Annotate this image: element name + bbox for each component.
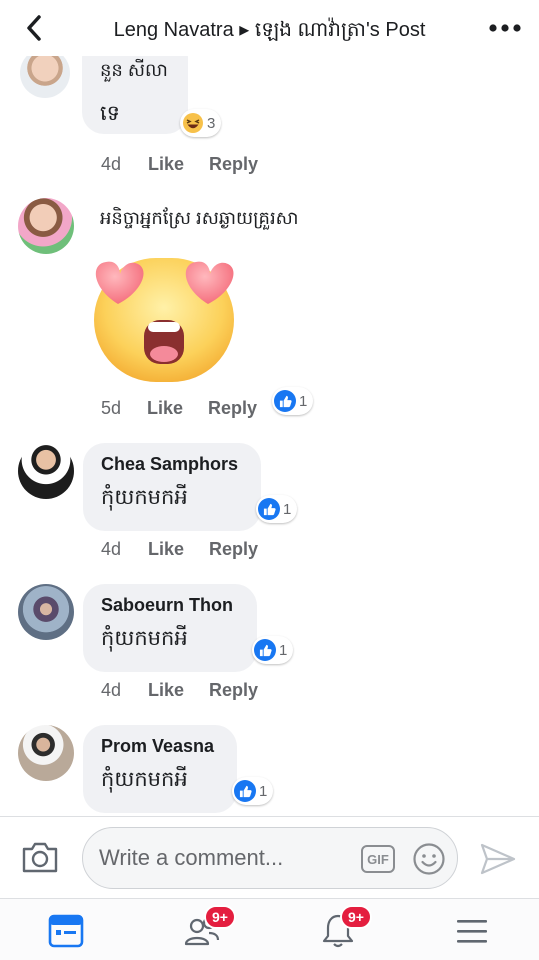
comment-input[interactable] — [82, 827, 458, 889]
thumbs-up-icon — [234, 780, 256, 802]
comment-text: កុំយកមកអី — [101, 486, 188, 509]
tab-friends[interactable]: 9+ — [182, 905, 236, 951]
top-bar: Leng Navatra ▸ ឡេង ណាវ៉ាត្រា's Post — [0, 0, 539, 56]
reaction-count-text: 1 — [283, 500, 292, 518]
camera-icon — [22, 842, 58, 873]
like-button[interactable]: Like — [148, 680, 184, 701]
heart-eyes-emoji-icon — [94, 258, 234, 382]
gif-button[interactable]: GIF — [361, 845, 395, 873]
avatar[interactable] — [18, 584, 74, 640]
comment-composer: GIF — [0, 816, 539, 898]
heart-eyes-sticker — [86, 246, 242, 386]
reply-button[interactable]: Reply — [209, 154, 258, 175]
reaction-count-text: 1 — [299, 392, 308, 410]
comment-author[interactable]: Saboeurn Thon — [101, 595, 233, 616]
comments-list: នួន សីលា ទេ 3 4d Like Reply អនិច្ចាអ្នកស… — [0, 56, 539, 816]
comment-author[interactable]: អនិច្ចាអ្នកស្រែ រសឆ្ងាយគ្រួរសា — [100, 206, 299, 233]
thumbs-up-icon — [258, 498, 280, 520]
reaction-count[interactable]: 1 — [272, 387, 314, 415]
like-button[interactable]: Like — [148, 154, 184, 175]
tab-news-feed[interactable] — [46, 911, 86, 951]
avatar[interactable] — [18, 443, 74, 499]
more-options-button[interactable] — [485, 14, 525, 42]
comment-time: 4d — [101, 539, 122, 559]
back-button[interactable] — [18, 12, 50, 44]
tab-notifications[interactable]: 9+ — [318, 905, 372, 951]
send-icon — [480, 843, 516, 875]
like-button[interactable]: Like — [148, 539, 184, 560]
camera-button[interactable] — [20, 839, 60, 875]
comment-text: កុំយកមកអី — [101, 768, 188, 791]
avatar[interactable] — [20, 56, 70, 98]
friends-badge: 9+ — [204, 905, 236, 929]
tab-menu[interactable] — [452, 911, 492, 951]
like-button[interactable]: Like — [147, 398, 183, 419]
haha-emoji-icon — [183, 113, 203, 133]
emoji-button[interactable] — [412, 842, 446, 876]
chevron-left-icon — [27, 15, 41, 41]
more-dots-icon — [489, 24, 521, 32]
reaction-count-text: 3 — [207, 114, 216, 132]
comment-author[interactable]: Chea Samphors — [101, 454, 238, 475]
reaction-count[interactable]: 3 — [180, 109, 222, 137]
comment-time: 4d — [101, 154, 122, 174]
send-button[interactable] — [478, 841, 518, 877]
smiley-icon — [413, 843, 445, 875]
reply-button[interactable]: Reply — [208, 398, 257, 419]
thumbs-up-icon — [274, 390, 296, 412]
reaction-count[interactable]: 1 — [232, 777, 274, 805]
reply-button[interactable]: Reply — [209, 680, 258, 701]
reaction-count[interactable]: 1 — [252, 636, 294, 664]
comment-author[interactable]: នួន សីលា — [100, 58, 168, 85]
comment-text: កុំយកមកអី — [101, 627, 188, 650]
avatar[interactable] — [18, 198, 74, 254]
reaction-count[interactable]: 1 — [256, 495, 298, 523]
thumbs-up-icon — [254, 639, 276, 661]
comment-time: 5d — [101, 398, 122, 418]
reaction-count-text: 1 — [279, 641, 288, 659]
notifications-badge: 9+ — [340, 905, 372, 929]
hamburger-menu-icon — [457, 920, 487, 943]
reply-button[interactable]: Reply — [209, 539, 258, 560]
news-feed-icon — [48, 914, 84, 948]
comment-author[interactable]: Prom Veasna — [101, 736, 214, 757]
avatar[interactable] — [18, 725, 74, 781]
comment-text: ទេ — [100, 102, 120, 125]
reaction-count-text: 1 — [259, 782, 268, 800]
page-title: Leng Navatra ▸ ឡេង ណាវ៉ាត្រា's Post — [113, 19, 426, 41]
bottom-tab-bar: 9+ 9+ — [0, 898, 539, 960]
comment-time: 4d — [101, 680, 122, 700]
